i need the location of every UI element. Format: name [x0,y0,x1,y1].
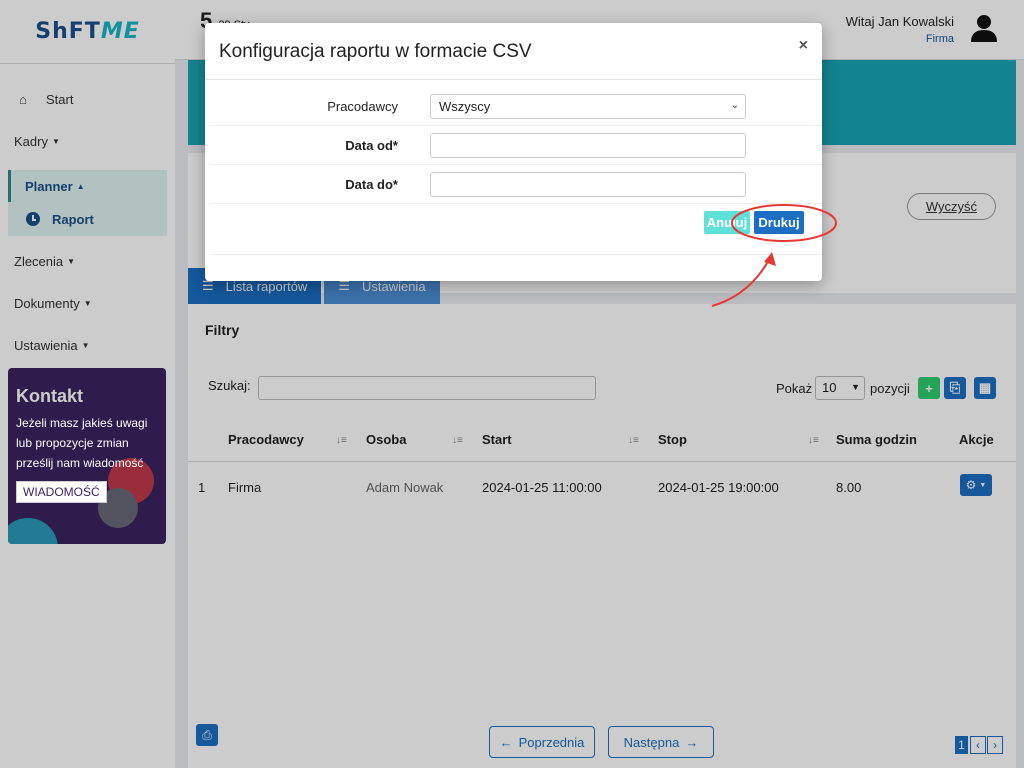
form-row-employers: Pracodawcy Wszyscy ⌄ [210,87,822,126]
modal-title: Konfiguracja raportu w formacie CSV [219,41,532,62]
date-from-input[interactable] [430,133,746,158]
csv-report-modal: Konfiguracja raportu w formacie CSV × Pr… [205,23,822,281]
modal-header: Konfiguracja raportu w formacie CSV × [205,23,822,80]
employers-selected-value: Wszyscy [439,99,491,114]
form-row-date-to: Data do* [210,165,822,204]
form-row-date-from: Data od* [210,126,822,165]
date-to-input[interactable] [430,172,746,197]
employers-label: Pracodawcy [327,99,398,114]
print-button[interactable]: Drukuj [754,211,804,234]
message-button[interactable]: WIADOMOŚĆ [16,481,107,503]
modal-footer-divider [210,254,822,255]
close-icon[interactable]: × [799,37,808,55]
date-to-label: Data do* [345,177,398,192]
contact-text: Jeżeli masz jakieś uwagi lub propozycje … [16,416,148,470]
cancel-button[interactable]: Anuluj [704,211,750,234]
date-from-label: Data od* [345,138,398,153]
chevron-down-icon: ⌄ [730,100,739,111]
employers-select[interactable]: Wszyscy ⌄ [430,94,746,119]
